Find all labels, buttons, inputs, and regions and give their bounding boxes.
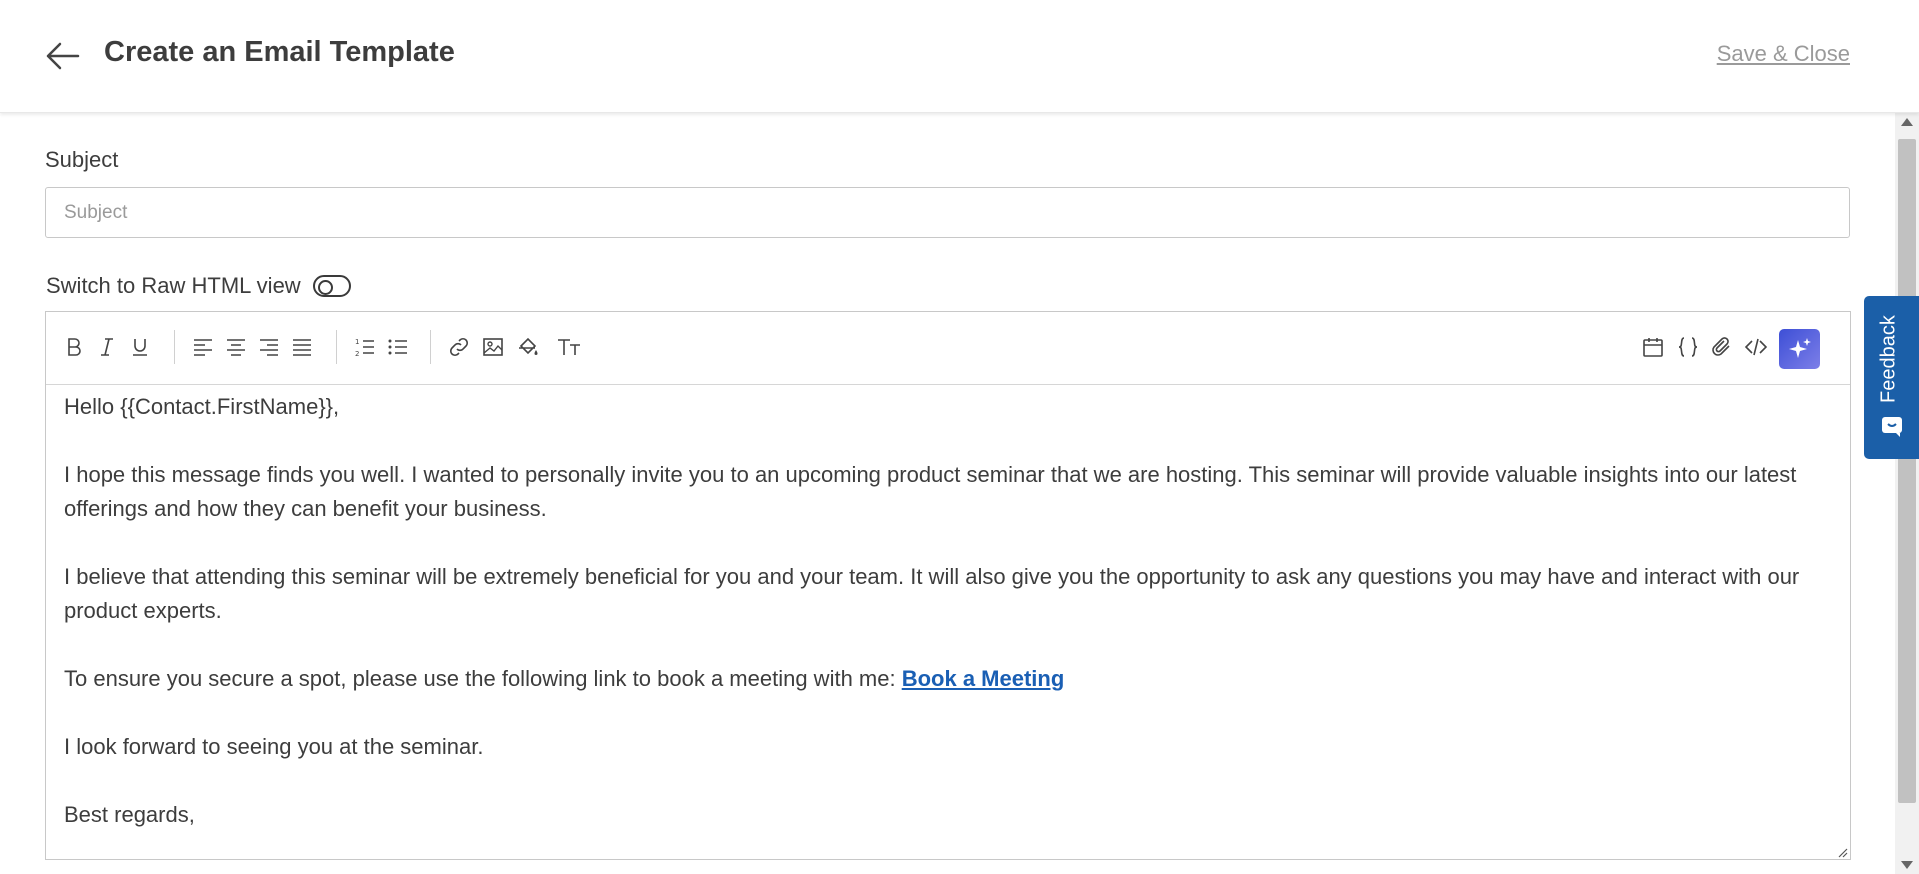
- fill-color-icon[interactable]: [514, 333, 542, 361]
- svg-text:2: 2: [355, 350, 359, 358]
- paragraph-3: To ensure you secure a spot, please use …: [64, 662, 1834, 696]
- image-icon[interactable]: [479, 333, 507, 361]
- calendar-icon[interactable]: [1639, 333, 1667, 361]
- svg-text:1: 1: [355, 338, 359, 346]
- paragraph-1: I hope this message finds you well. I wa…: [64, 462, 1797, 521]
- subject-label: Subject: [45, 147, 119, 172]
- toggle-knob: [317, 280, 333, 295]
- raw-html-toggle[interactable]: [312, 275, 351, 297]
- align-center-icon[interactable]: [222, 333, 250, 361]
- italic-icon[interactable]: [93, 333, 121, 361]
- scroll-up-arrow-icon[interactable]: [1901, 118, 1913, 126]
- toolbar-divider: [336, 330, 337, 364]
- page-header: Create an Email Template Save & Close: [0, 0, 1919, 113]
- editor-toolbar: 12: [46, 312, 1850, 385]
- braces-icon[interactable]: [1674, 333, 1702, 361]
- vertical-scrollbar[interactable]: [1895, 113, 1919, 874]
- underline-icon[interactable]: [126, 333, 154, 361]
- page-title: Create an Email Template: [104, 36, 455, 68]
- attachment-icon[interactable]: [1708, 333, 1736, 361]
- align-right-icon[interactable]: [255, 333, 283, 361]
- closing-text: Best regards,: [64, 802, 195, 827]
- back-arrow-icon[interactable]: [44, 38, 84, 74]
- paragraph-3-text: To ensure you secure a spot, please use …: [64, 666, 902, 691]
- raw-html-switch-row: Switch to Raw HTML view: [46, 269, 351, 303]
- raw-html-label: Switch to Raw HTML view: [46, 273, 301, 298]
- scroll-down-arrow-icon[interactable]: [1901, 861, 1913, 869]
- code-icon[interactable]: [1742, 333, 1770, 361]
- text-size-icon[interactable]: [553, 333, 587, 361]
- save-close-button[interactable]: Save & Close: [1717, 41, 1850, 67]
- ordered-list-icon[interactable]: 12: [351, 333, 379, 361]
- toolbar-divider: [174, 330, 175, 364]
- ai-sparkle-icon: [1788, 338, 1811, 358]
- feedback-label: Feedback: [1877, 315, 1900, 403]
- subject-input[interactable]: [45, 187, 1850, 238]
- align-left-icon[interactable]: [189, 333, 217, 361]
- main-content: Subject Switch to Raw HTML view: [0, 113, 1895, 874]
- scroll-thumb[interactable]: [1898, 139, 1916, 803]
- rich-text-editor: 12 Hello {{Contact.FirstName}}, I hope t…: [45, 311, 1851, 860]
- feedback-tab[interactable]: Feedback: [1864, 296, 1919, 459]
- paragraph-4: I look forward to seeing you at the semi…: [64, 734, 484, 759]
- paragraph-2: I believe that attending this seminar wi…: [64, 564, 1800, 623]
- unordered-list-icon[interactable]: [384, 333, 412, 361]
- ai-sparkle-button[interactable]: [1779, 329, 1820, 369]
- email-body[interactable]: Hello {{Contact.FirstName}}, I hope this…: [64, 390, 1834, 866]
- feedback-chat-icon: [1880, 414, 1904, 438]
- greeting-text: Hello {{Contact.FirstName}},: [64, 394, 340, 419]
- book-meeting-link[interactable]: Book a Meeting: [902, 666, 1065, 691]
- align-justify-icon[interactable]: [288, 333, 316, 361]
- resize-handle[interactable]: [1836, 845, 1848, 858]
- link-icon[interactable]: [445, 333, 473, 361]
- bold-icon[interactable]: [60, 333, 88, 361]
- toolbar-divider: [430, 330, 431, 364]
